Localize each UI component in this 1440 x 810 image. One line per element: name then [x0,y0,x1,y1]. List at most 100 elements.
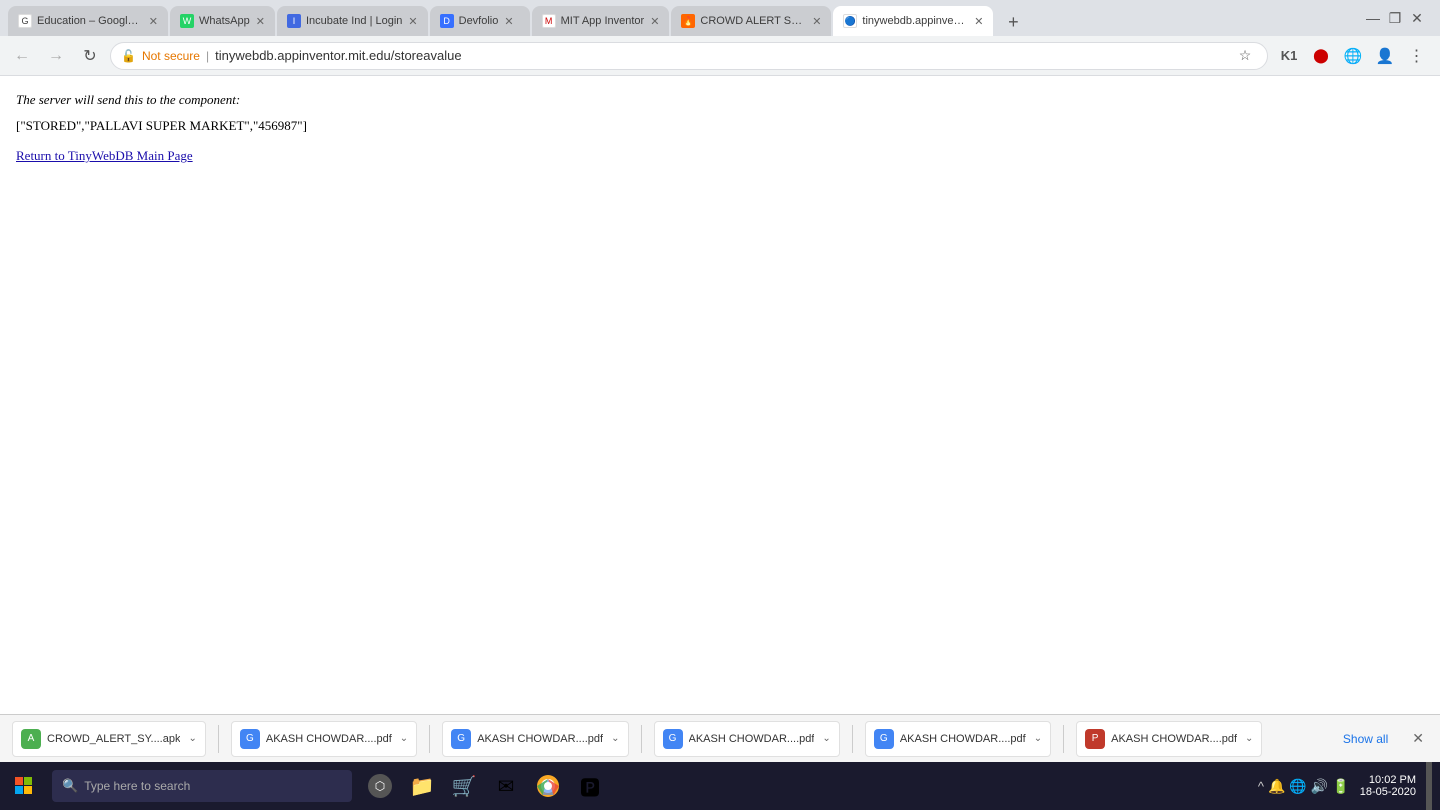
return-link[interactable]: Return to TinyWebDB Main Page [16,148,193,163]
taskbar-icon-mail[interactable]: ✉ [486,762,526,810]
taskbar-icon-powerpoint[interactable]: 🅿 [570,762,610,810]
stored-data: ["STORED","PALLAVI SUPER MARKET","456987… [16,118,1424,134]
tab-favicon-devfolio: D [440,14,454,28]
download-sep-2 [429,725,430,753]
download-chevron-pdf4[interactable]: ⌄ [1034,733,1042,744]
tab-close-mit[interactable]: ✕ [650,15,659,28]
download-chevron-pdf3[interactable]: ⌄ [822,733,830,744]
powerpoint-icon: 🅿 [580,772,600,801]
close-button[interactable]: ✕ [1410,11,1424,25]
new-tab-button[interactable]: + [999,8,1027,36]
tab-favicon-whatsapp: W [180,14,194,28]
tab-close-tinywebdb[interactable]: ✕ [974,15,983,28]
tab-devfolio[interactable]: D Devfolio ✕ [430,6,530,36]
download-chevron-pdf1[interactable]: ⌄ [400,733,408,744]
menu-btn[interactable]: ⋮ [1402,41,1432,71]
maximize-button[interactable]: ❐ [1388,11,1402,25]
tab-title-tinywebdb: tinywebdb.appinvento... [862,15,968,27]
forward-button[interactable]: → [42,42,70,70]
download-sep-3 [641,725,642,753]
download-item-pdf1[interactable]: G AKASH CHOWDAR....pdf ⌄ [231,721,417,757]
store-icon: 🛒 [452,774,477,799]
download-icon-pdf2: G [451,729,471,749]
windows-logo-icon [15,777,33,795]
download-icon-apk: A [21,729,41,749]
browser-window: G Education – Google AI ✕ W WhatsApp ✕ I… [0,0,1440,810]
tab-close-whatsapp[interactable]: ✕ [256,15,265,28]
download-sep-4 [852,725,853,753]
tab-incubate[interactable]: I Incubate Ind | Login ✕ [277,6,428,36]
taskbar-icon-cortana[interactable]: ⬡ [360,762,400,810]
minimize-button[interactable]: — [1366,11,1380,25]
notifications-icon[interactable]: 🔔 [1268,778,1285,795]
tabs-container: G Education – Google AI ✕ W WhatsApp ✕ I… [8,0,1358,36]
tab-education-google[interactable]: G Education – Google AI ✕ [8,6,168,36]
system-clock[interactable]: 10:02 PM 18-05-2020 [1354,774,1422,798]
chrome-icon [536,774,560,798]
toolbar-right: K1 ⬤ 🌐 👤 ⋮ [1274,41,1432,71]
profile-btn[interactable]: 👤 [1370,41,1400,71]
k1-extension-btn[interactable]: K1 [1274,41,1304,71]
tab-close-devfolio[interactable]: ✕ [504,15,513,28]
volume-icon[interactable]: 🔊 [1311,778,1328,795]
download-item-pdf4[interactable]: G AKASH CHOWDAR....pdf ⌄ [865,721,1051,757]
tab-favicon-incubate: I [287,14,301,28]
show-hidden-icons-btn[interactable]: ^ [1258,779,1264,794]
download-chevron-apk[interactable]: ⌄ [188,733,196,744]
show-desktop-button[interactable] [1426,762,1432,810]
clock-date: 18-05-2020 [1360,786,1416,798]
start-button[interactable] [0,762,48,810]
bookmark-button[interactable]: ☆ [1233,44,1257,68]
download-chevron-pdf5[interactable]: ⌄ [1245,733,1253,744]
download-name-pdf2: AKASH CHOWDAR....pdf [477,733,603,745]
downloads-bar: A CROWD_ALERT_SY....apk ⌄ G AKASH CHOWDA… [0,714,1440,762]
download-name-pdf1: AKASH CHOWDAR....pdf [266,733,392,745]
download-icon-pdf1: G [240,729,260,749]
taskbar-right: ^ 🔔 🌐 🔊 🔋 10:02 PM 18-05-2020 [1258,762,1440,810]
tab-close-incubate[interactable]: ✕ [408,15,417,28]
download-item-pdf5[interactable]: P AKASH CHOWDAR....pdf ⌄ [1076,721,1262,757]
tab-close-crowd[interactable]: ✕ [812,15,821,28]
clock-time: 10:02 PM [1369,774,1416,786]
tab-title-devfolio: Devfolio [459,15,499,27]
taskbar-search-bar[interactable]: 🔍 Type here to search [52,770,352,802]
taskbar-app-icons: ⬡ 📁 🛒 ✉ [360,762,610,810]
close-downloads-button[interactable]: ✕ [1408,726,1428,751]
taskbar-icon-store[interactable]: 🛒 [444,762,484,810]
tab-favicon-mit: M [542,14,556,28]
back-button[interactable]: ← [8,42,36,70]
tab-tinywebdb[interactable]: 🔵 tinywebdb.appinvento... ✕ [833,6,993,36]
tab-favicon-crowd: 🔥 [681,14,695,28]
download-icon-pdf3: G [663,729,683,749]
battery-icon[interactable]: 🔋 [1332,778,1349,795]
tab-mit[interactable]: M MIT App Inventor ✕ [532,6,670,36]
tab-whatsapp[interactable]: W WhatsApp ✕ [170,6,275,36]
network-icon[interactable]: 🌐 [1289,778,1306,795]
download-item-apk[interactable]: A CROWD_ALERT_SY....apk ⌄ [12,721,206,757]
mail-icon: ✉ [498,774,515,799]
not-secure-text: Not secure [142,49,200,63]
address-bar: ← → ↻ 🔓 Not secure | tinywebdb.appinvent… [0,36,1440,76]
download-name-pdf3: AKASH CHOWDAR....pdf [689,733,815,745]
tab-title-crowd: CROWD ALERT SYSTE... [700,15,806,27]
download-icon-pdf4: G [874,729,894,749]
url-text: tinywebdb.appinventor.mit.edu/storeavalu… [215,48,1227,63]
download-item-pdf3[interactable]: G AKASH CHOWDAR....pdf ⌄ [654,721,840,757]
download-item-pdf2[interactable]: G AKASH CHOWDAR....pdf ⌄ [442,721,628,757]
taskbar-icon-explorer[interactable]: 📁 [402,762,442,810]
download-name-pdf5: AKASH CHOWDAR....pdf [1111,733,1237,745]
tab-close-education[interactable]: ✕ [149,15,158,28]
taskbar-icon-chrome[interactable] [528,762,568,810]
url-bar[interactable]: 🔓 Not secure | tinywebdb.appinventor.mit… [110,42,1268,70]
security-icon: 🔓 [121,49,136,63]
tab-crowd[interactable]: 🔥 CROWD ALERT SYSTE... ✕ [671,6,831,36]
system-tray: ^ 🔔 🌐 🔊 🔋 [1258,778,1350,795]
taskbar-search-icon: 🔍 [62,778,78,794]
show-all-button[interactable]: Show all [1335,728,1396,750]
extension-btn-red[interactable]: ⬤ [1306,41,1336,71]
reload-button[interactable]: ↻ [76,42,104,70]
extension-btn-globe[interactable]: 🌐 [1338,41,1368,71]
download-chevron-pdf2[interactable]: ⌄ [611,733,619,744]
window-controls: — ❐ ✕ [1358,0,1432,36]
tab-title-mit: MIT App Inventor [561,15,645,27]
